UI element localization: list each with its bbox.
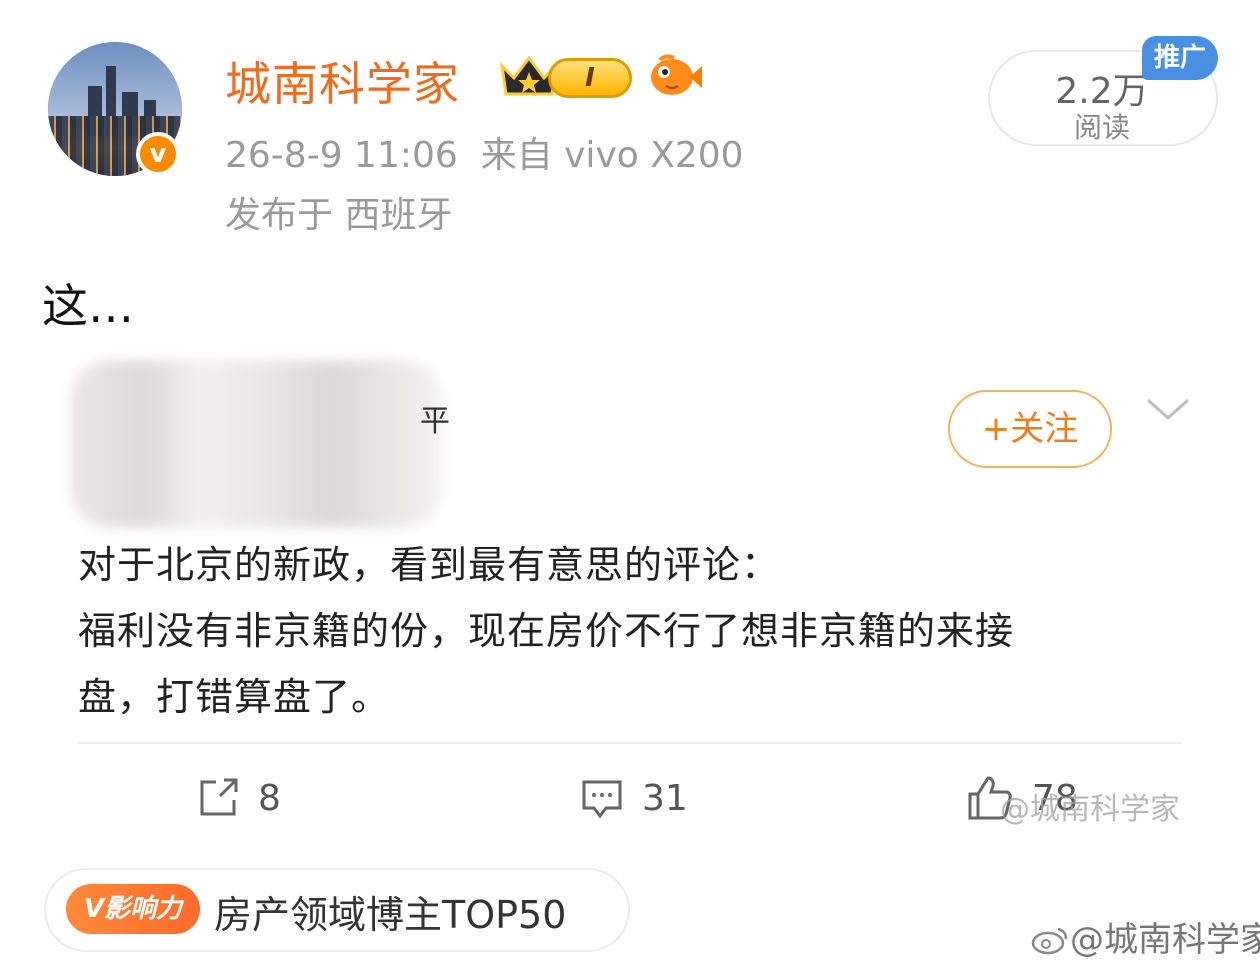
watermark-text: @城南科学家 [1070, 920, 1260, 960]
follow-button[interactable]: +关注 [948, 390, 1112, 468]
fish-icon [651, 54, 702, 95]
promo-tag[interactable]: 推广 [1142, 36, 1218, 80]
watermark-overlay: @城南科学家 [1000, 792, 1180, 827]
level-badge: I [548, 58, 632, 98]
post-source: 来自 vivo X200 [480, 135, 744, 176]
divider [78, 742, 1182, 744]
repost-count: 8 [258, 777, 281, 819]
comment-icon [582, 780, 622, 819]
quoted-line-2: 福利没有非京籍的份，现在房价不行了想非京籍的来接 [78, 609, 1015, 653]
views-label: 阅读 [1073, 111, 1130, 144]
post-timestamp: 26-8-9 11:06 来自 vivo X200 [225, 126, 744, 178]
blur-remnant-text: 平 [420, 404, 450, 439]
comment-count: 31 [642, 777, 688, 819]
timestamp: 26-8-9 11:06 [225, 135, 458, 176]
post-location: 发布于 西班牙 [225, 195, 453, 236]
weibo-icon [1031, 927, 1068, 955]
weibo-watermark: @城南科学家 [1030, 912, 1260, 961]
verified-badge: v [136, 132, 180, 176]
influence-badge: V影响力 [66, 884, 200, 934]
chevron-down-icon[interactable] [1144, 394, 1192, 424]
author-name[interactable]: 城南科学家 [225, 48, 460, 114]
blurred-user-info [70, 360, 442, 528]
repost-button[interactable]: 8 [196, 770, 281, 826]
quoted-line-1: 对于北京的新政，看到最有意思的评论： [78, 543, 781, 587]
quoted-line-3: 盘，打错算盘了。 [78, 675, 391, 719]
repost-icon [200, 778, 238, 816]
influence-text: 房产领域博主TOP50 [214, 893, 567, 937]
post-text: 这… [42, 279, 134, 333]
comment-button[interactable]: 31 [580, 770, 688, 826]
